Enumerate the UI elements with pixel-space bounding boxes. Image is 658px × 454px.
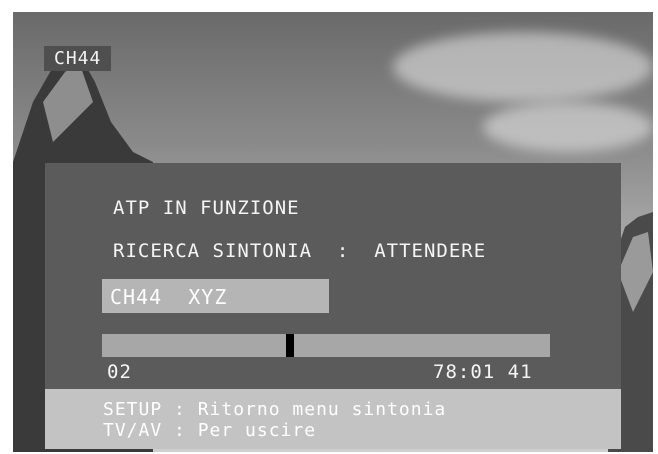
help-exit-line: TV/AV : Per uscire (103, 420, 317, 441)
channel-name-field: CH44 XYZ (102, 279, 329, 313)
help-bar: SETUP : Ritorno menu sintonia TV/AV : Pe… (45, 389, 621, 449)
progress-start-label: 02 (107, 361, 132, 383)
tuning-progress-bar (102, 334, 550, 357)
help-setup-line: SETUP : Ritorno menu sintonia (103, 399, 447, 420)
status-line: ATP IN FUNZIONE (113, 197, 300, 219)
osd-panel: ATP IN FUNZIONE RICERCA SINTONIA : ATTEN… (45, 163, 621, 389)
progress-end-label: 78:01 41 (433, 361, 533, 383)
channel-name-text: CH44 XYZ (110, 285, 228, 309)
tuning-position-marker (286, 334, 295, 357)
tv-screen: CH44 ATP IN FUNZIONE RICERCA SINTONIA : … (13, 12, 653, 452)
channel-badge: CH44 (44, 46, 112, 71)
search-status-line: RICERCA SINTONIA : ATTENDERE (113, 240, 487, 262)
